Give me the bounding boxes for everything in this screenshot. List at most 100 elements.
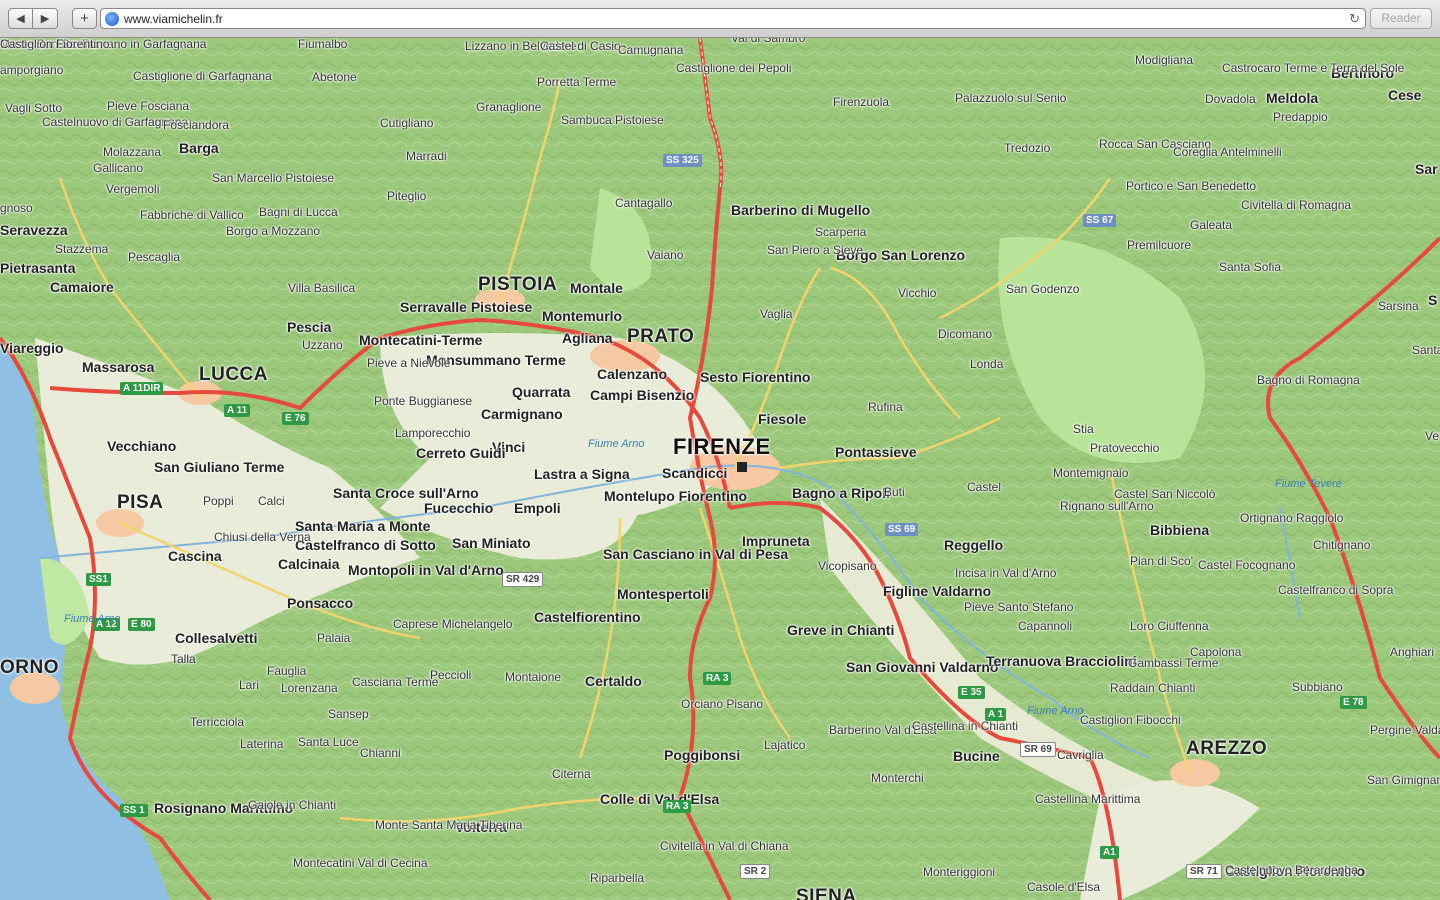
- village-label: Pian di Sco': [1130, 554, 1193, 568]
- village-label: Bagno di Romagna: [1257, 373, 1360, 387]
- village-label: Portico e San Benedetto: [1126, 179, 1257, 193]
- village-label: Santa Sofia: [1219, 260, 1282, 274]
- town-label: Bagno a Ripoli: [792, 485, 890, 501]
- city-label: SIENA: [796, 886, 857, 900]
- village-label: Civitella di Romagna: [1241, 198, 1352, 212]
- town-label: Reggello: [944, 537, 1004, 553]
- village-label: Porretta Terme: [537, 75, 617, 89]
- village-label: Subbiano: [1292, 680, 1343, 694]
- town-label: Greve in Chianti: [787, 622, 895, 638]
- city-label: LUCCA: [199, 364, 268, 385]
- village-label: Coreglia Antelminelli: [1173, 145, 1282, 159]
- city-label: PRATO: [627, 326, 695, 347]
- town-label: San Giuliano Terme: [154, 459, 285, 475]
- town-label: Pietrasanta: [0, 260, 76, 276]
- add-bookmark-button[interactable]: +: [72, 8, 97, 29]
- village-label: Fosciandora: [163, 118, 230, 132]
- reader-button[interactable]: Reader: [1370, 8, 1432, 29]
- river-label: Fiume Arno: [588, 438, 645, 450]
- village-label: Castiglion Fiorentino: [0, 38, 110, 51]
- village-label: Castelfranco di Sopra: [1278, 583, 1394, 597]
- town-label: Fucecchio: [424, 500, 494, 516]
- road-shield: SS 325: [663, 154, 702, 167]
- back-button[interactable]: ◀: [8, 8, 33, 29]
- village-label: Dicomano: [938, 327, 993, 341]
- forward-arrow-icon: ▶: [40, 13, 50, 25]
- village-label: Granaglione: [476, 100, 542, 114]
- road-shield: SS 69: [885, 523, 919, 536]
- village-label: Abetone: [312, 70, 357, 84]
- town-label: Sesto Fiorentino: [700, 369, 811, 385]
- village-label: Lajatico: [764, 738, 806, 752]
- road-shield: SS 1: [120, 804, 148, 817]
- village-label: Pieve Santo Stefano: [964, 600, 1074, 614]
- village-label: Vicopisano: [818, 559, 877, 573]
- village-label: Vaiano: [647, 248, 684, 262]
- village-label: Anghiari: [1390, 645, 1435, 659]
- town-label: Pescia: [287, 319, 332, 335]
- town-label: Cascina: [168, 548, 222, 564]
- village-label: Tredozio: [1004, 141, 1051, 155]
- village-label: Stia: [1073, 422, 1094, 436]
- address-bar[interactable]: www.viamichelin.fr ↻: [100, 8, 1366, 29]
- town-label: Colle di Val d'Elsa: [600, 791, 720, 807]
- village-label: Rufina: [868, 400, 903, 414]
- village-label: Laterina: [240, 737, 284, 751]
- reload-icon[interactable]: ↻: [1349, 11, 1360, 27]
- road-shield: E 80: [128, 618, 155, 631]
- village-label: Modigliana: [1135, 53, 1194, 67]
- road-shield: SR 71: [1186, 864, 1222, 879]
- village-label: Villa Basilica: [288, 281, 356, 295]
- town-label: Cese: [1388, 87, 1422, 103]
- village-label: San Piero a Sieve: [767, 243, 864, 257]
- town-label: Massarosa: [82, 359, 155, 375]
- village-label: Talla: [171, 652, 196, 666]
- town-label: Bucine: [953, 748, 1000, 764]
- village-label: Pescaglia: [128, 250, 181, 264]
- road-shield: E 78: [1340, 696, 1367, 709]
- village-label: Santa Fe: [1412, 343, 1440, 357]
- village-label: Santa Luce: [298, 735, 359, 749]
- village-label: Poppi: [203, 494, 234, 508]
- road-shield: SR 2: [740, 864, 771, 879]
- town-label: San Miniato: [452, 535, 531, 551]
- plus-icon: +: [80, 10, 89, 27]
- village-label: Castiglione di Garfagnana: [133, 69, 272, 83]
- town-label: Montecatini-Terme: [359, 332, 483, 348]
- village-label: Riparbella: [590, 871, 645, 885]
- village-label: Borgo a Mozzano: [226, 224, 321, 238]
- village-label: Casciana Terme: [352, 675, 439, 689]
- village-label: Sarsina: [1378, 299, 1419, 313]
- town-label: Calenzano: [597, 366, 668, 382]
- village-label: Val di Sambro: [731, 38, 806, 45]
- village-label: Cantagallo: [615, 196, 673, 210]
- town-label: Figline Valdarno: [883, 583, 992, 599]
- town-label: Seravezza: [0, 222, 68, 238]
- town-label: Camaiore: [50, 279, 114, 295]
- urban-arezzo: [1170, 759, 1220, 787]
- road-shield: SS1: [86, 573, 111, 586]
- town-label: Calcinaia: [278, 556, 340, 572]
- town-label: Ponsacco: [287, 595, 354, 611]
- url-text[interactable]: www.viamichelin.fr: [124, 12, 223, 26]
- firenze-marker: [737, 462, 747, 472]
- village-label: Peccioli: [430, 668, 472, 682]
- village-label: Ponte Buggianese: [374, 394, 473, 408]
- town-label: Pontassieve: [835, 444, 917, 460]
- road-shield: A 1: [985, 708, 1007, 721]
- village-label: Cutigliano: [380, 116, 434, 130]
- village-label: Premilcuore: [1127, 238, 1192, 252]
- map-view[interactable]: FIRENZE PISTOIA PRATO LUCCA PISA AREZZO ORNO SI…: [0, 38, 1440, 900]
- village-label: Civitella in Val di Chiana: [660, 839, 789, 853]
- town-label: Castelfiorentino: [534, 609, 641, 625]
- city-label: PISTOIA: [478, 274, 558, 295]
- town-label: Montopoli in Val d'Arno: [348, 562, 504, 578]
- village-label: Raddain Chianti: [1110, 681, 1196, 695]
- village-label: Marradi: [406, 149, 447, 163]
- village-label: Camugnana: [618, 43, 684, 57]
- village-label: Vaglia: [760, 307, 793, 321]
- village-label: Monteriggioni: [923, 865, 996, 879]
- village-label: Vagli Sotto: [5, 101, 63, 115]
- forward-button[interactable]: ▶: [33, 8, 58, 29]
- village-label: Incisa in Val d'Arno: [955, 566, 1057, 580]
